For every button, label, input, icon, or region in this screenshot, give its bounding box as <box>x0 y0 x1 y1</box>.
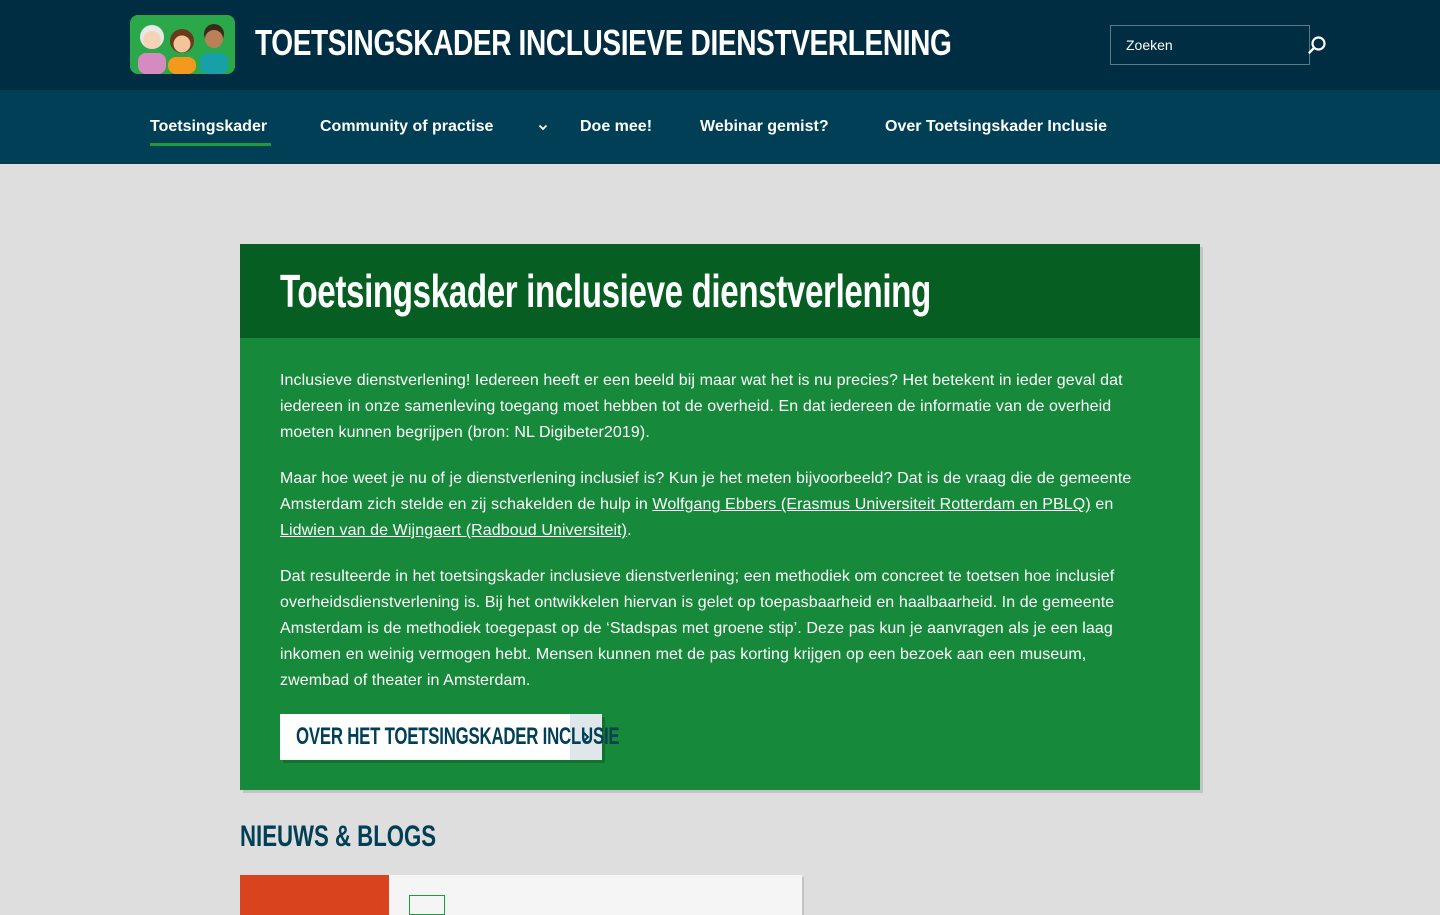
news-tag <box>409 895 445 915</box>
intro-paragraph-2-end: . <box>627 522 632 539</box>
over-toetsingskader-button[interactable]: OVER HET TOETSINGSKADER INCLUSIE <box>280 714 620 760</box>
site-title[interactable]: TOETSINGSKADER INCLUSIEVE DIENSTVERLENIN… <box>255 22 952 64</box>
nav-item-webinar-gemist[interactable]: Webinar gemist? <box>700 90 829 164</box>
search-box <box>1110 25 1326 65</box>
site-header: TOETSINGSKADER INCLUSIEVE DIENSTVERLENIN… <box>0 0 1440 90</box>
people-logo-icon <box>130 15 235 74</box>
main-nav: Toetsingskader Community of practise Doe… <box>0 90 1440 164</box>
cta-label: OVER HET TOETSINGSKADER INCLUSIE <box>296 723 620 750</box>
cta-label-wrap: OVER HET TOETSINGSKADER INCLUSIE <box>280 714 620 760</box>
intro-card-body: Inclusieve dienstverlening! Iedereen hee… <box>240 338 1200 694</box>
chevron-down-icon[interactable] <box>536 120 550 134</box>
intro-card: Toetsingskader inclusieve dienstverlenin… <box>240 244 1200 790</box>
nav-item-toetsingskader[interactable]: Toetsingskader <box>150 90 272 164</box>
nav-item-doe-mee[interactable]: Doe mee! <box>580 90 652 164</box>
news-card[interactable] <box>240 875 802 915</box>
intro-paragraph-2: Maar hoe weet je nu of je dienstverlenin… <box>280 466 1160 544</box>
search-input[interactable] <box>1111 26 1307 64</box>
link-wolfgang-ebbers[interactable]: Wolfgang Ebbers (Erasmus Universiteit Ro… <box>652 496 1090 513</box>
news-image <box>240 875 389 915</box>
nav-item-over-toetsingskader-inclusie[interactable]: Over Toetsingskader Inclusie <box>885 90 1107 164</box>
site-logo[interactable] <box>130 15 235 74</box>
search-icon <box>1308 36 1326 54</box>
nav-item-community-of-practise[interactable]: Community of practise <box>320 90 493 164</box>
page-title: Toetsingskader inclusieve dienstverlenin… <box>280 265 931 317</box>
news-section-title: NIEUWS & BLOGS <box>240 820 437 853</box>
intro-paragraph-2-conjunction: en <box>1090 496 1114 513</box>
link-lidwien-van-de-wijngaert[interactable]: Lidwien van de Wijngaert (Radboud Univer… <box>280 522 627 539</box>
intro-paragraph-1: Inclusieve dienstverlening! Iedereen hee… <box>280 372 1123 441</box>
search-button[interactable] <box>1307 26 1327 64</box>
intro-paragraph-3: Dat resulteerde in het toetsingskader in… <box>280 568 1115 689</box>
intro-card-header: Toetsingskader inclusieve dienstverlenin… <box>240 244 1200 338</box>
